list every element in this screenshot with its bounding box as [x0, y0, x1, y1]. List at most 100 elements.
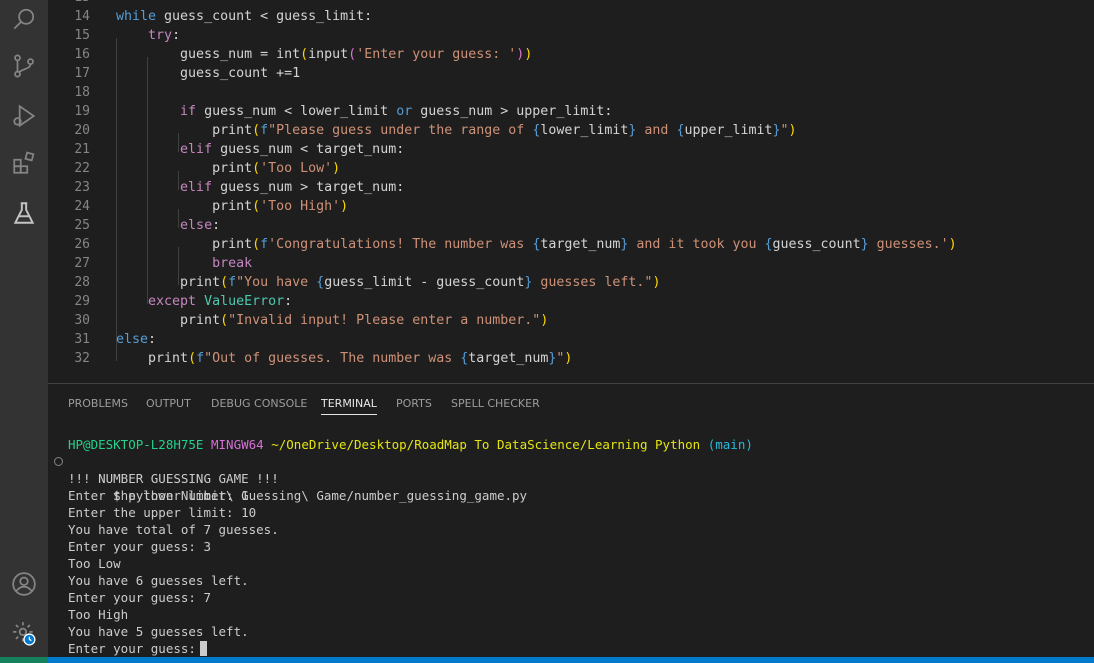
code-line[interactable]: 21 elif guess_num < target_num: [48, 140, 1094, 159]
line-number: 17 [74, 66, 90, 81]
line-number: 18 [74, 85, 90, 100]
code-token: print [116, 161, 253, 176]
line-number: 23 [74, 180, 90, 195]
terminal-output-line: You have 6 guesses left. [68, 573, 249, 588]
code-token: 'Enter your guess: ' [356, 47, 517, 62]
code-text: guess_count +=1 [116, 64, 300, 83]
code-line[interactable]: 32 print(f"Out of guesses. The number wa… [48, 349, 1094, 368]
code-token: if [180, 104, 197, 119]
code-token: target_num [540, 237, 621, 252]
tab-terminal[interactable]: TERMINAL [321, 396, 377, 415]
search-icon[interactable] [0, 0, 48, 40]
code-token: ( [220, 313, 229, 328]
code-line[interactable]: 17 guess_count +=1 [48, 64, 1094, 83]
code-token: ( [188, 351, 197, 366]
code-token: or [396, 104, 413, 119]
code-text: print(f"Please guess under the range of … [116, 121, 797, 140]
code-line[interactable]: 26 print(f'Congratulations! The number w… [48, 235, 1094, 254]
terminal-output-line: Enter your guess: 7 [68, 590, 211, 605]
code-line[interactable]: 22 print('Too Low') [48, 159, 1094, 178]
code-token: ValueError [204, 294, 285, 309]
code-line[interactable]: 29 except ValueError: [48, 292, 1094, 311]
code-token: ( [300, 47, 309, 62]
code-line[interactable]: 15 try: [48, 26, 1094, 45]
code-line[interactable]: 24 print('Too High') [48, 197, 1094, 216]
terminal-cursor [199, 641, 207, 656]
code-token: } [772, 123, 781, 138]
code-line[interactable]: 23 elif guess_num > target_num: [48, 178, 1094, 197]
code-line[interactable]: 13 [48, 0, 1094, 7]
terminal-output-line: You have 5 guesses left. [68, 624, 249, 639]
bottom-panel: PROBLEMS OUTPUT DEBUG CONSOLE TERMINAL P… [48, 383, 1094, 658]
code-token: print [116, 275, 221, 290]
code-token: print [116, 199, 253, 214]
code-token: ( [348, 47, 357, 62]
status-bar [0, 657, 1094, 663]
code-editor[interactable]: 1314while guess_count < guess_limit:15 t… [48, 0, 1094, 382]
terminal-input-line[interactable]: Enter your guess: [68, 640, 207, 657]
line-number: 25 [74, 218, 90, 233]
prompt-branch: (main) [707, 437, 753, 452]
code-text: elif guess_num < target_num: [116, 140, 404, 159]
code-line[interactable]: 30 print("Invalid input! Please enter a … [48, 311, 1094, 330]
code-token: "Please guess under the range of [268, 123, 533, 138]
settings-icon[interactable] [0, 613, 48, 653]
code-line[interactable]: 14 while guess_count < guess_limit: [48, 7, 1094, 26]
testing-icon[interactable] [0, 193, 48, 233]
command-status-dot-icon[interactable] [54, 457, 63, 466]
run-debug-icon[interactable] [0, 96, 48, 136]
remote-indicator[interactable] [0, 657, 48, 663]
code-token: : [148, 332, 157, 347]
prompt-shell: MINGW64 [211, 437, 264, 452]
tab-output[interactable]: OUTPUT [146, 396, 191, 412]
code-token: guess_count +=1 [116, 66, 301, 81]
code-line[interactable]: 27 break [48, 254, 1094, 273]
code-text: guess_num = int(input('Enter your guess:… [116, 45, 532, 64]
code-token: 'Congratulations! The number was [268, 237, 533, 252]
tab-problems[interactable]: PROBLEMS [68, 396, 128, 412]
code-line[interactable]: 19 if guess_num < lower_limit or guess_n… [48, 102, 1094, 121]
terminal-output-line: Too High [68, 607, 129, 622]
code-line[interactable]: 16 guess_num = int(input('Enter your gue… [48, 45, 1094, 64]
account-icon[interactable] [0, 564, 48, 604]
code-token: and [636, 123, 677, 138]
code-line[interactable]: 20 print(f"Please guess under the range … [48, 121, 1094, 140]
code-line[interactable]: 25 else: [48, 216, 1094, 235]
source-control-icon[interactable] [0, 46, 48, 86]
code-line[interactable]: 31 else: [48, 330, 1094, 349]
line-number: 29 [74, 294, 90, 309]
code-token: guesses.' [868, 237, 949, 252]
indent-guide [116, 38, 117, 361]
line-number: 24 [74, 199, 90, 214]
code-token: f [228, 275, 237, 290]
code-token: print [116, 237, 253, 252]
code-line[interactable]: 18 [48, 83, 1094, 102]
indent-guide [178, 171, 179, 190]
extensions-icon[interactable] [0, 143, 48, 183]
tab-spell-checker[interactable]: SPELL CHECKER [451, 396, 540, 412]
code-text: break [116, 254, 252, 273]
activity-bar [0, 0, 48, 663]
code-token: and it took you [628, 237, 765, 252]
code-token: guess_count < guess_limit: [156, 9, 373, 24]
code-token: : [284, 294, 293, 309]
code-token: print [116, 351, 189, 366]
code-text: else: [116, 330, 156, 349]
code-token: 'Too Low' [260, 161, 333, 176]
code-token: { [764, 237, 773, 252]
code-line[interactable]: 28 print(f"You have {guess_limit - guess… [48, 273, 1094, 292]
code-token: ) [340, 199, 349, 214]
indent-guide [178, 133, 179, 152]
code-text: print("Invalid input! Please enter a num… [116, 311, 548, 330]
tab-ports[interactable]: PORTS [396, 396, 432, 412]
terminal-output-line: Enter your guess: 3 [68, 539, 211, 554]
code-token: guess_num < target_num: [212, 142, 405, 157]
terminal-output-line: You have total of 7 guesses. [68, 522, 279, 537]
tab-debug-console[interactable]: DEBUG CONSOLE [211, 396, 307, 412]
code-text: try: [116, 26, 180, 45]
line-number: 30 [74, 313, 90, 328]
code-token: : [172, 28, 181, 43]
code-token: guess_num > upper_limit: [412, 104, 613, 119]
